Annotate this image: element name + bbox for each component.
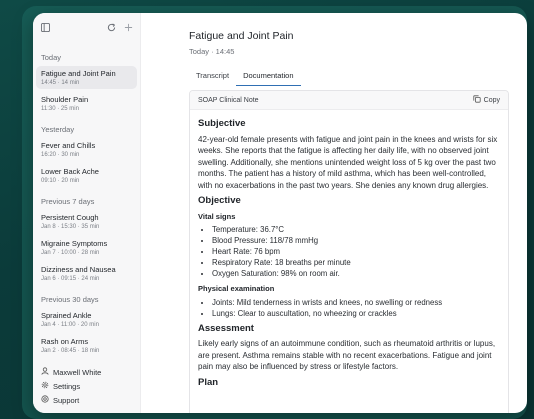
copy-label: Copy [483,96,500,104]
plus-icon[interactable] [124,23,134,33]
sidebar-item-rash-on-arms[interactable]: Rash on Arms Jan 2 · 08:45 · 18 min [36,334,137,357]
assessment-text: Likely early signs of an autoimmune cond… [198,339,496,371]
item-meta: Jan 2 · 08:45 · 18 min [41,348,100,354]
sidebar-section-previous-30-days: Previous 30 days Sprained Ankle Jan 4 · … [33,295,140,357]
soap-note-card: SOAP Clinical Note Copy Subjective 42-ye… [189,90,509,413]
objective-heading: Objective [198,195,241,206]
sidebar-item-lower-back-ache[interactable]: Lower Back Ache 09:10 · 20 min [36,164,137,187]
item-title: Fatigue and Joint Pain [41,69,116,78]
item-title: Shoulder Pain [41,95,89,104]
note-title: SOAP Clinical Note [198,96,259,104]
item-meta: 14:45 · 14 min [41,80,80,86]
sidebar-footer: Maxwell White Settings Support [41,365,136,407]
item-title: Fever and Chills [41,141,96,150]
note-body: Subjective 42-year-old female presents w… [190,110,508,388]
item-meta: 09:10 · 20 min [41,178,80,184]
help-icon [41,395,53,405]
sidebar-section-previous-7-days: Previous 7 days Persistent Cough Jan 8 ·… [33,197,140,285]
item-title: Lower Back Ache [41,167,99,176]
exam-list: Joints: Mild tenderness in wrists and kn… [198,297,500,319]
list-item: Blood Pressure: 118/78 mmHg [212,235,500,246]
gear-icon [41,381,53,391]
list-item: Lungs: Clear to auscultation, no wheezin… [212,308,500,319]
section-label: Previous 30 days [41,295,99,304]
item-title: Dizziness and Nausea [41,265,116,274]
sidebar-item-fatigue-joint-pain[interactable]: Fatigue and Joint Pain 14:45 · 14 min [36,66,137,89]
subjective-text: 42-year-old female presents with fatigue… [198,134,498,190]
item-meta: Jan 4 · 11:00 · 20 min [41,322,99,328]
user-profile-button[interactable]: Maxwell White [41,365,136,379]
item-title: Migraine Symptoms [41,239,108,248]
page-title: Fatigue and Joint Pain [189,30,294,42]
copy-button[interactable]: Copy [473,95,500,105]
item-meta: Jan 7 · 10:00 · 28 min [41,250,100,256]
sidebar-item-persistent-cough[interactable]: Persistent Cough Jan 8 · 15:30 · 35 min [36,210,137,233]
list-item: Joints: Mild tenderness in wrists and kn… [212,297,500,308]
list-item: Heart Rate: 76 bpm [212,246,500,257]
item-title: Rash on Arms [41,337,89,346]
vitals-list: Temperature: 36.7°C Blood Pressure: 118/… [198,224,500,279]
copy-icon [473,95,481,105]
vitals-heading: Vital signs [198,211,236,221]
item-meta: 11:30 · 25 min [41,106,79,112]
sidebar-section-yesterday: Yesterday Fever and Chills 16:20 · 30 mi… [33,125,140,187]
sidebar: Today Fatigue and Joint Pain 14:45 · 14 … [33,13,141,413]
section-label: Yesterday [41,125,75,134]
sidebar-toolbar [33,13,140,43]
page-subtitle: Today · 14:45 [189,47,235,56]
section-label: Previous 7 days [41,197,95,206]
tab-bar: Transcript Documentation [189,70,527,86]
plan-heading: Plan [198,376,219,388]
settings-button[interactable]: Settings [41,379,136,393]
item-title: Sprained Ankle [41,311,92,320]
item-title: Persistent Cough [41,213,99,222]
item-meta: Jan 8 · 15:30 · 35 min [41,224,100,230]
user-name: Maxwell White [53,367,102,377]
list-item: Oxygen Saturation: 98% on room air. [212,268,500,279]
sidebar-item-sprained-ankle[interactable]: Sprained Ankle Jan 4 · 11:00 · 20 min [36,308,137,331]
tab-transcript[interactable]: Transcript [189,70,236,85]
app-window: Today Fatigue and Joint Pain 14:45 · 14 … [33,13,527,413]
support-button[interactable]: Support [41,393,136,407]
settings-label: Settings [53,381,81,391]
sidebar-item-migraine-symptoms[interactable]: Migraine Symptoms Jan 7 · 10:00 · 28 min [36,236,137,259]
exam-heading: Physical examination [198,284,275,293]
sidebar-section-today: Today Fatigue and Joint Pain 14:45 · 14 … [33,53,140,115]
subjective-heading: Subjective [198,118,246,129]
support-label: Support [53,395,80,405]
main-panel: Fatigue and Joint Pain Today · 14:45 Tra… [141,13,527,413]
list-item: Respiratory Rate: 18 breaths per minute [212,257,500,268]
tab-documentation[interactable]: Documentation [236,70,301,86]
item-meta: 16:20 · 30 min [41,152,80,158]
sidebar-toggle-icon[interactable] [41,23,51,33]
section-label: Today [41,53,62,62]
item-meta: Jan 6 · 09:15 · 24 min [41,276,100,282]
sidebar-item-fever-chills[interactable]: Fever and Chills 16:20 · 30 min [36,138,137,161]
refresh-icon[interactable] [107,23,117,33]
note-header: SOAP Clinical Note Copy [190,91,508,110]
assessment-heading: Assessment [198,322,254,334]
list-item: Temperature: 36.7°C [212,224,500,235]
sidebar-item-shoulder-pain[interactable]: Shoulder Pain 11:30 · 25 min [36,92,137,115]
sidebar-item-dizziness-nausea[interactable]: Dizziness and Nausea Jan 6 · 09:15 · 24 … [36,262,137,285]
user-icon [41,367,53,377]
